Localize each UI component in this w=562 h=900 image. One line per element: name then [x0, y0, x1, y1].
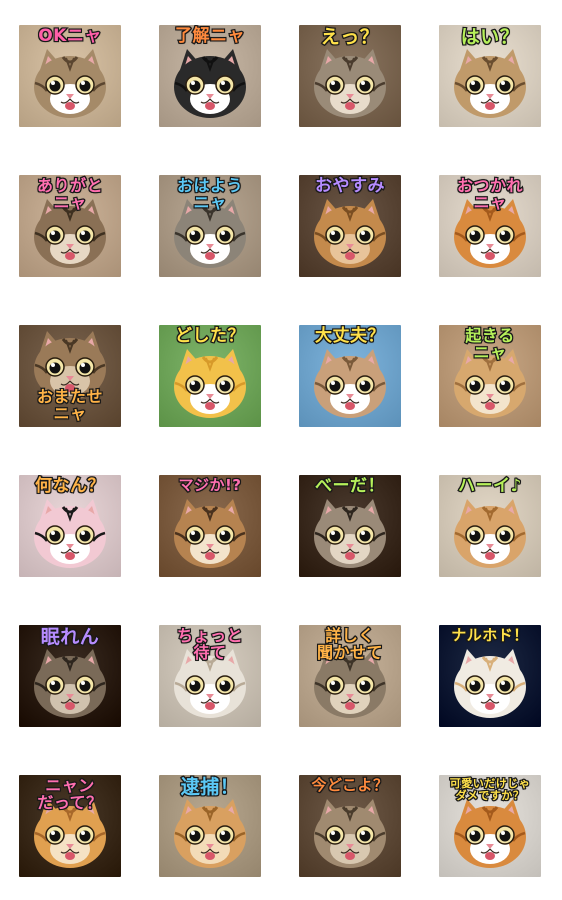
sticker-6[interactable]: おはよう ニャ	[159, 175, 261, 277]
sticker-17[interactable]: 眠れん	[19, 625, 121, 727]
sticker-3[interactable]: えっ？	[299, 25, 401, 127]
sticker-8[interactable]: おつかれ ニャ	[439, 175, 541, 277]
sticker-caption: おやすみ	[314, 176, 386, 196]
sticker-15[interactable]: べーだ！	[299, 475, 401, 577]
sticker-20[interactable]: ナルホド！	[439, 625, 541, 727]
sticker-caption: ナルホド！	[450, 626, 529, 644]
sticker-13[interactable]: 何なん？	[19, 475, 121, 577]
sticker-2[interactable]: 了解ニャ	[159, 25, 261, 127]
sticker-14[interactable]: マジか!?	[159, 475, 261, 577]
sticker-caption: 今どこよ？	[310, 776, 389, 794]
sticker-16[interactable]: ハーイ♪	[439, 475, 541, 577]
sticker-11[interactable]: 大丈夫？	[299, 325, 401, 427]
sticker-4[interactable]: はい？	[439, 25, 541, 127]
sticker-7[interactable]: おやすみ	[299, 175, 401, 277]
sticker-caption: はい？	[460, 26, 520, 48]
sticker-caption: おまたせ ニャ	[36, 387, 104, 424]
sticker-caption: 逮捕！	[180, 776, 240, 798]
sticker-caption: 何なん？	[34, 476, 106, 496]
sticker-24[interactable]: 可愛いだけじゃ ダメですか？	[439, 775, 541, 877]
sticker-caption: べーだ！	[314, 476, 386, 496]
sticker-caption: 了解ニャ	[174, 26, 246, 46]
sticker-23[interactable]: 今どこよ？	[299, 775, 401, 877]
sticker-1[interactable]: OKニャ	[19, 25, 121, 127]
sticker-caption: おはよう ニャ	[176, 176, 244, 212]
sticker-caption: マジか!?	[177, 476, 242, 494]
sticker-caption: 可愛いだけじゃ ダメですか？	[449, 777, 531, 802]
sticker-22[interactable]: 逮捕！	[159, 775, 261, 877]
sticker-9[interactable]: おまたせ ニャ	[19, 325, 121, 427]
sticker-caption: OKニャ	[37, 26, 102, 46]
sticker-caption: 起きる ニャ	[464, 326, 515, 362]
sticker-caption: ハーイ♪	[457, 476, 523, 496]
sticker-12[interactable]: 起きる ニャ	[439, 325, 541, 427]
sticker-19[interactable]: 詳しく 聞かせて	[299, 625, 401, 727]
sticker-caption: 大丈夫？	[314, 326, 386, 346]
sticker-10[interactable]: どした？	[159, 325, 261, 427]
sticker-caption: おつかれ ニャ	[456, 176, 524, 212]
sticker-grid: OKニャ 了解ニャ えっ？ はい？ ありがと ニャ おはよう ニャ おやすみ おつかれ ニャお…	[0, 0, 562, 900]
sticker-21[interactable]: ニャン だって？	[19, 775, 121, 877]
sticker-caption: 眠れん	[40, 626, 100, 648]
sticker-caption: ちょっと 待て	[176, 626, 244, 662]
sticker-18[interactable]: ちょっと 待て	[159, 625, 261, 727]
sticker-caption: えっ？	[320, 26, 380, 48]
sticker-caption: どした？	[174, 326, 246, 346]
sticker-caption: 詳しく 聞かせて	[316, 626, 384, 662]
sticker-caption: ニャン だって？	[36, 776, 103, 812]
sticker-5[interactable]: ありがと ニャ	[19, 175, 121, 277]
sticker-caption: ありがと ニャ	[36, 176, 104, 212]
